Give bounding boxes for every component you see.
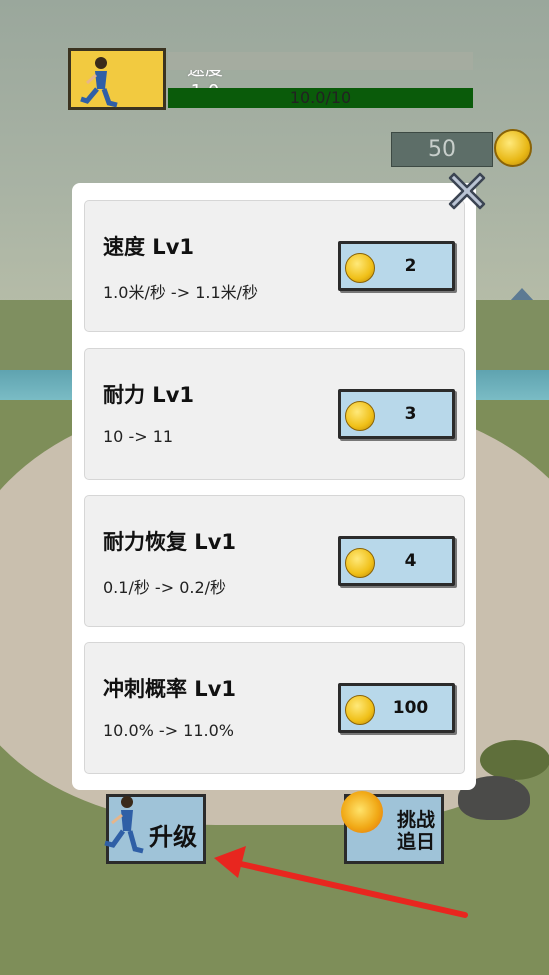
pointer-arrow-icon [214, 846, 468, 918]
